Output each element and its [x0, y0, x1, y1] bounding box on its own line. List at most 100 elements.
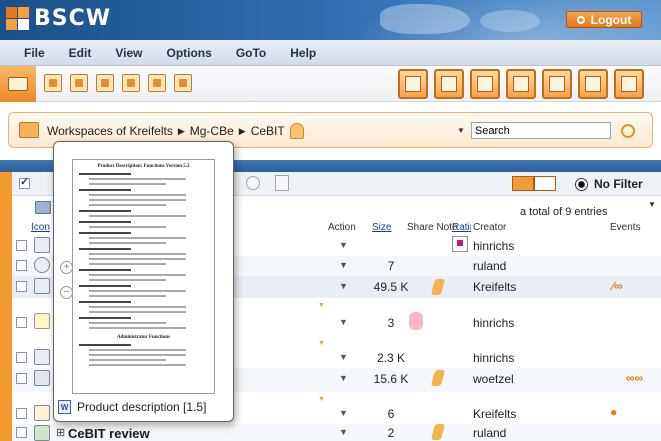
- add-member-icon[interactable]: [96, 74, 114, 92]
- breadcrumb-separator-icon: ▶: [238, 125, 246, 136]
- expand-row-icon[interactable]: ▼: [318, 396, 325, 403]
- action-menu-icon[interactable]: ▼: [339, 408, 348, 418]
- menu-file[interactable]: File: [12, 46, 57, 60]
- preview-caption-text[interactable]: Product description [1.5]: [77, 400, 206, 414]
- row-checkbox[interactable]: [16, 317, 27, 328]
- address-book-icon[interactable]: [542, 69, 572, 99]
- edit-pencil-icon[interactable]: [70, 74, 88, 92]
- header-action: Action: [328, 222, 356, 233]
- new-document-icon[interactable]: [148, 74, 166, 92]
- menu-help[interactable]: Help: [278, 46, 328, 60]
- bscw-logo[interactable]: BSCW: [6, 6, 111, 31]
- creator[interactable]: ruland: [473, 259, 506, 273]
- task-icon[interactable]: [34, 313, 50, 329]
- filter-radio-icon[interactable]: [575, 177, 588, 191]
- size: 15.6 K: [373, 372, 409, 386]
- menu-bar: File Edit View Options GoTo Help: [0, 40, 661, 66]
- expand-folder-icon[interactable]: ⊞: [56, 426, 65, 439]
- move-document-icon[interactable]: [174, 74, 192, 92]
- list-view-icon[interactable]: [534, 176, 556, 191]
- action-menu-icon[interactable]: ▼: [339, 373, 348, 383]
- creator[interactable]: Kreifelts: [473, 407, 516, 421]
- row-checkbox[interactable]: [16, 408, 27, 419]
- header-icon[interactable]: Icon: [31, 222, 50, 233]
- entry-count: a total of 9 entries: [520, 206, 608, 218]
- detail-view-icon[interactable]: [512, 176, 534, 191]
- new-folder-icon[interactable]: [122, 74, 140, 92]
- row-checkbox[interactable]: [16, 240, 27, 251]
- row-checkbox[interactable]: [16, 260, 27, 271]
- view-toggle[interactable]: [512, 176, 556, 191]
- creator[interactable]: hinrichs: [473, 239, 514, 253]
- select-all-checkbox[interactable]: [19, 175, 30, 189]
- row-checkbox[interactable]: [16, 281, 27, 292]
- action-menu-icon[interactable]: ▼: [339, 281, 348, 291]
- delete-selection-icon[interactable]: [246, 176, 260, 190]
- trash-icon[interactable]: [506, 69, 536, 99]
- image-icon[interactable]: [34, 370, 50, 386]
- appointment-icon[interactable]: [34, 405, 50, 421]
- breadcrumb-cebit[interactable]: CeBIT: [251, 124, 285, 138]
- logout-button[interactable]: Logout: [566, 11, 642, 28]
- filter-label: No Filter: [594, 177, 643, 191]
- expand-row-icon[interactable]: ▼: [318, 340, 325, 347]
- events-icon[interactable]: ∕∞: [612, 279, 623, 293]
- expand-arrow-icon[interactable]: ▼: [648, 200, 656, 209]
- note-icon[interactable]: [430, 370, 446, 386]
- calendar-icon[interactable]: [578, 69, 608, 99]
- menu-options[interactable]: Options: [154, 46, 223, 60]
- table-row[interactable]: ⊞ CeBIT review ▼ 2 ruland: [12, 424, 661, 441]
- search-go-icon[interactable]: [620, 123, 635, 138]
- header-events: Events: [610, 222, 641, 233]
- header-size[interactable]: Size: [372, 222, 391, 233]
- search-input[interactable]: [470, 122, 611, 139]
- open-folder-icon[interactable]: [0, 66, 36, 102]
- breadcrumb-mg-cbe[interactable]: Mg-CBe: [190, 124, 234, 138]
- size: 49.5 K: [373, 280, 409, 294]
- upload-document-icon[interactable]: [44, 74, 62, 92]
- home-icon[interactable]: [434, 69, 464, 99]
- menu-edit[interactable]: Edit: [57, 46, 104, 60]
- row-checkbox[interactable]: [16, 352, 27, 363]
- row-checkbox[interactable]: [16, 373, 27, 384]
- menu-goto[interactable]: GoTo: [224, 46, 278, 60]
- word-document-icon[interactable]: [34, 278, 50, 294]
- rating-icon[interactable]: [452, 236, 468, 252]
- note-icon[interactable]: [430, 279, 446, 295]
- file-icon[interactable]: [34, 237, 50, 253]
- archive-selection-icon[interactable]: [275, 175, 289, 191]
- filter-control[interactable]: No Filter: [575, 177, 643, 191]
- clipboard-icon[interactable]: [470, 69, 500, 99]
- breadcrumb-separator-icon: ▶: [177, 125, 185, 136]
- breadcrumb: Workspaces of Kreifelts ▶ Mg-CBe ▶ CeBIT: [47, 123, 304, 139]
- expand-row-icon[interactable]: ▼: [318, 302, 325, 309]
- action-menu-icon[interactable]: ▼: [339, 427, 348, 437]
- mail-icon[interactable]: [34, 349, 50, 365]
- parent-folder-icon[interactable]: [35, 201, 51, 214]
- breadcrumb-workspaces[interactable]: Workspaces of Kreifelts: [47, 124, 173, 138]
- row-checkbox[interactable]: [16, 427, 27, 438]
- creator[interactable]: woetzel: [473, 372, 514, 386]
- shared-members-icon[interactable]: [289, 123, 304, 139]
- header-rating[interactable]: Rating: [452, 222, 471, 233]
- creator[interactable]: hinrichs: [473, 316, 514, 330]
- folder-icon[interactable]: [34, 425, 50, 441]
- search-scope-dropdown-icon[interactable]: ▼: [457, 126, 465, 135]
- events-icon[interactable]: ●: [610, 405, 617, 419]
- tasks-icon[interactable]: [614, 69, 644, 99]
- creator[interactable]: Kreifelts: [473, 280, 516, 294]
- creator[interactable]: ruland: [473, 426, 506, 440]
- note-icon[interactable]: [430, 424, 446, 440]
- action-menu-icon[interactable]: ▼: [339, 317, 348, 327]
- item-name[interactable]: CeBIT review: [68, 426, 150, 441]
- workspace-overview-icon[interactable]: [398, 69, 428, 99]
- menu-view[interactable]: View: [103, 46, 154, 60]
- document-preview-popup[interactable]: + − Product Description: Functions Versi…: [53, 141, 234, 422]
- action-menu-icon[interactable]: ▼: [339, 352, 348, 362]
- creator[interactable]: hinrichs: [473, 351, 514, 365]
- events-icon[interactable]: ∞∞: [626, 371, 643, 385]
- attendees-icon[interactable]: [409, 312, 423, 330]
- action-menu-icon[interactable]: ▼: [339, 260, 348, 270]
- discussion-icon[interactable]: [34, 257, 50, 273]
- action-menu-icon[interactable]: ▼: [339, 240, 348, 250]
